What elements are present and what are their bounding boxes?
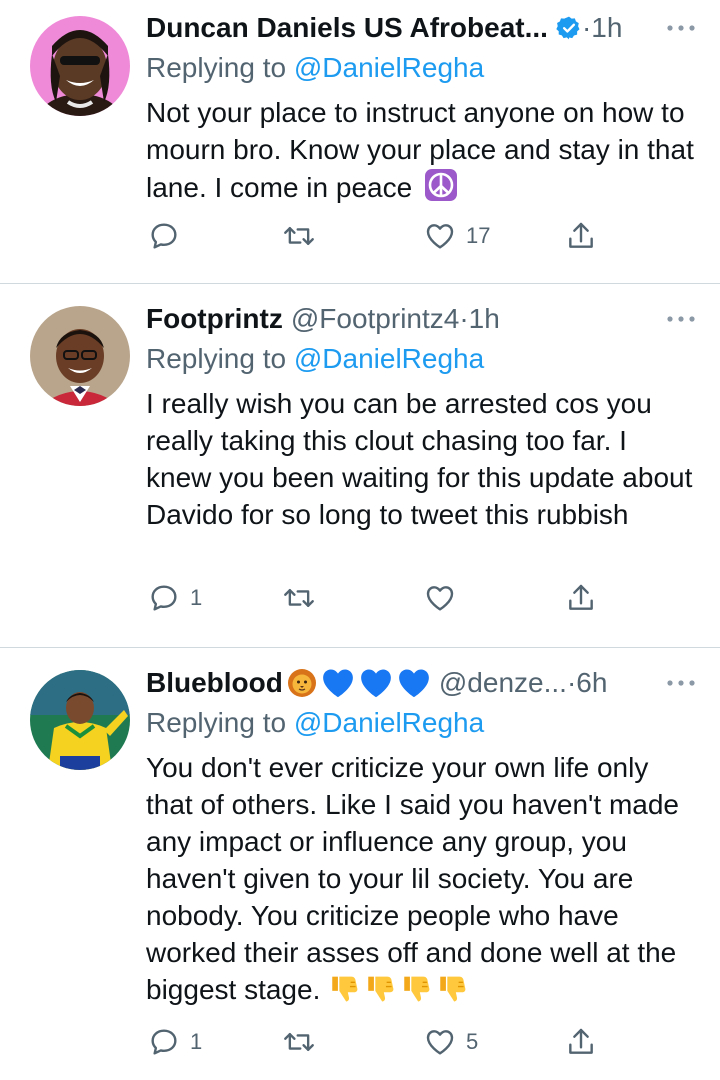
lion-face-icon [287,668,317,698]
display-name[interactable]: Blueblood [146,663,283,703]
replying-label: Replying to [146,707,287,738]
separator-dot: · [566,667,577,698]
display-name[interactable]: Footprintz [146,299,283,339]
like-button[interactable]: 5 [424,1022,478,1062]
timestamp[interactable]: 6h [576,663,607,703]
reply-feed: Duncan Daniels US Afrobeat... · 1h Reply… [0,0,720,1080]
thumbs-down-icon [436,971,470,1005]
avatar[interactable] [30,670,130,770]
replying-to-line: Replying to @DanielRegha [146,341,698,377]
tweet-text: I really wish you can be arrested cos yo… [146,388,701,530]
retweet-button[interactable] [282,1022,326,1062]
share-icon [565,220,597,252]
blue-heart-icon [359,667,393,699]
tweet-reply[interactable]: Blueblood @denze... · 6h Replying to @Da… [0,648,720,1080]
mention-link[interactable]: @DanielRegha [294,52,484,83]
tweet-header: Duncan Daniels US Afrobeat... · 1h [146,8,698,48]
timestamp[interactable]: 1h [591,8,622,48]
blue-heart-icon [321,667,355,699]
user-handle[interactable]: @Footprintz4 [291,299,460,339]
reply-button[interactable]: 1 [148,578,202,618]
retweet-icon [282,1026,316,1058]
like-count: 5 [466,1029,479,1054]
thumbs-down-icon [364,971,398,1005]
avatar[interactable] [30,16,130,116]
heart-icon [424,582,456,614]
share-icon [565,582,597,614]
share-button[interactable] [565,216,597,256]
like-button[interactable] [424,578,466,618]
more-options-icon[interactable] [664,663,698,703]
verified-badge-icon [556,15,582,41]
replying-label: Replying to [146,343,287,374]
avatar[interactable] [30,306,130,406]
reply-count: 1 [190,1029,203,1054]
reply-icon [148,582,180,614]
reply-icon [148,220,180,252]
reply-icon [148,1026,180,1058]
tweet-header: Footprintz @Footprintz4 · 1h [146,299,698,339]
tweet-text: Not your place to instruct anyone on how… [146,94,698,206]
reply-button[interactable] [148,216,190,256]
heart-icon [424,1026,456,1058]
timestamp[interactable]: 1h [469,299,500,339]
tweet-text-content: You don't ever criticize your own life o… [146,752,687,1005]
thumbs-down-emoji-group [328,971,470,1005]
reply-count: 1 [190,585,203,610]
replying-to-line: Replying to @DanielRegha [146,50,698,86]
retweet-icon [282,220,316,252]
mention-link[interactable]: @DanielRegha [294,343,484,374]
share-button[interactable] [565,1022,597,1062]
thumbs-down-icon [400,971,434,1005]
retweet-button[interactable] [282,216,326,256]
display-name[interactable]: Duncan Daniels US Afrobeat... [146,8,548,48]
separator-dot: · [459,303,469,334]
tweet-text: You don't ever criticize your own life o… [146,749,698,1008]
more-options-icon[interactable] [664,8,698,48]
blue-heart-icon [397,667,431,699]
separator-dot: · [581,12,592,43]
thumbs-down-icon [328,971,362,1005]
replying-to-line: Replying to @DanielRegha [146,705,698,741]
mention-link[interactable]: @DanielRegha [294,707,484,738]
heart-icon [424,220,456,252]
peace-symbol-icon [424,168,458,202]
like-button[interactable]: 17 [424,216,490,256]
retweet-button[interactable] [282,578,326,618]
replying-label: Replying to [146,52,287,83]
more-options-icon[interactable] [664,299,698,339]
tweet-header: Blueblood @denze... · 6h [146,663,698,703]
retweet-icon [282,582,316,614]
like-count: 17 [466,223,491,248]
tweet-reply[interactable]: Duncan Daniels US Afrobeat... · 1h Reply… [0,0,720,284]
share-button[interactable] [565,578,597,618]
reply-button[interactable]: 1 [148,1022,202,1062]
share-icon [565,1026,597,1058]
user-handle[interactable]: @denze... [439,663,567,703]
